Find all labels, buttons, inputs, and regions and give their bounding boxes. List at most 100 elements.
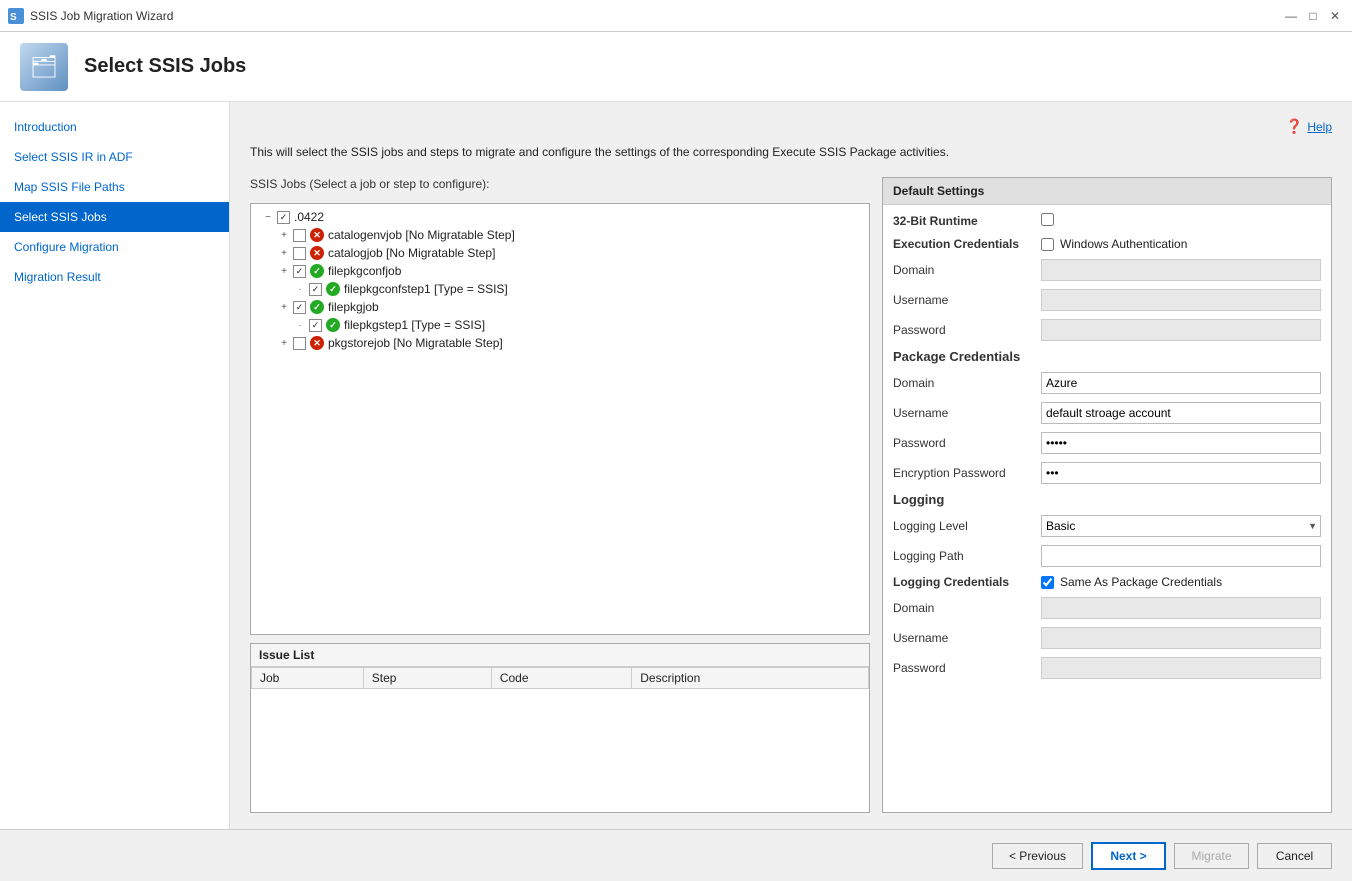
tree-root-label: .0422	[294, 210, 324, 224]
cb-filepkgjob[interactable]: ✓	[293, 301, 306, 314]
next-button[interactable]: Next >	[1091, 842, 1166, 870]
tree-label-catalogjob: catalogjob [No Migratable Step]	[328, 246, 495, 260]
label-same-as-pkg: Same As Package Credentials	[1060, 575, 1222, 589]
tree-item-filepkgstep1[interactable]: · ✓ ✓ filepkgstep1 [Type = SSIS]	[295, 316, 865, 334]
help-link[interactable]: Help	[1307, 120, 1332, 134]
status-icon-catalogenvjob: ✕	[310, 228, 324, 242]
tree-item-catalogjob[interactable]: + ✕ catalogjob [No Migratable Step]	[279, 244, 865, 262]
status-icon-pkgstorejob: ✕	[310, 336, 324, 350]
expand-icon-filepkgjob[interactable]: +	[279, 302, 289, 312]
issue-list-panel: Issue List Job Step Code Description	[250, 643, 870, 813]
label-enc-password: Encryption Password	[893, 466, 1033, 480]
label-logging: Logging	[893, 492, 1033, 507]
settings-header: Default Settings	[883, 178, 1331, 205]
app-icon: S	[8, 8, 24, 24]
status-icon-filepkgstep1: ✓	[326, 318, 340, 332]
input-pkg-username[interactable]	[1041, 402, 1321, 424]
sidebar-item-select-ssis-jobs[interactable]: Select SSIS Jobs	[0, 202, 229, 232]
cb-pkgstorejob[interactable]	[293, 337, 306, 350]
ctrl-log-password	[1041, 657, 1321, 679]
left-panel: SSIS Jobs (Select a job or step to confi…	[250, 177, 870, 813]
wizard-icon: 🗂	[20, 43, 68, 91]
cb-root[interactable]: ✓	[277, 211, 290, 224]
status-icon-catalogjob: ✕	[310, 246, 324, 260]
cb-filepkgconfstep1[interactable]: ✓	[309, 283, 322, 296]
sidebar-item-select-ssis-ir[interactable]: Select SSIS IR in ADF	[0, 142, 229, 172]
tree-item-catalogenvjob[interactable]: + ✕ catalogenvjob [No Migratable Step]	[279, 226, 865, 244]
row-pkg-domain: Domain	[893, 372, 1321, 394]
input-enc-password[interactable]	[1041, 462, 1321, 484]
input-log-username[interactable]	[1041, 627, 1321, 649]
tree-item-filepkgconfjob[interactable]: + ✓ ✓ filepkgconfjob	[279, 262, 865, 280]
jobs-tree-panel: − ✓ .0422 + ✕ catalogenvjob [No Migratab…	[250, 203, 870, 635]
input-pkg-password[interactable]	[1041, 432, 1321, 454]
row-pkg-cred-header: Package Credentials	[893, 349, 1321, 364]
row-log-password: Password	[893, 657, 1321, 679]
label-32bit: 32-Bit Runtime	[893, 214, 1033, 228]
label-logging-path: Logging Path	[893, 549, 1033, 563]
cb-same-as-pkg[interactable]	[1041, 576, 1054, 589]
row-password: Password	[893, 319, 1321, 341]
input-log-domain[interactable]	[1041, 597, 1321, 619]
tree-item-filepkgconfstep1[interactable]: · ✓ ✓ filepkgconfstep1 [Type = SSIS]	[295, 280, 865, 298]
label-log-username: Username	[893, 631, 1033, 645]
minimize-button[interactable]: —	[1282, 7, 1300, 25]
ctrl-pkg-username	[1041, 402, 1321, 424]
input-log-password[interactable]	[1041, 657, 1321, 679]
row-pkg-username: Username	[893, 402, 1321, 424]
tree-root[interactable]: − ✓ .0422	[263, 208, 865, 226]
help-icon: ❓	[1286, 118, 1303, 135]
cb-filepkgconfjob[interactable]: ✓	[293, 265, 306, 278]
window-controls: — □ ✕	[1282, 7, 1344, 25]
tree-label-catalogenvjob: catalogenvjob [No Migratable Step]	[328, 228, 515, 242]
input-pkg-domain[interactable]	[1041, 372, 1321, 394]
tree-item-filepkgjob[interactable]: + ✓ ✓ filepkgjob	[279, 298, 865, 316]
expand-icon-catalogenvjob[interactable]: +	[279, 230, 289, 240]
sidebar-item-map-ssis-paths[interactable]: Map SSIS File Paths	[0, 172, 229, 202]
label-exec-cred: Execution Credentials	[893, 237, 1033, 251]
titlebar-title: SSIS Job Migration Wizard	[30, 9, 1282, 23]
expand-icon-filepkgconfjob[interactable]: +	[279, 266, 289, 276]
tree-label-filepkgconfjob: filepkgconfjob	[328, 264, 401, 278]
issue-list-header: Issue List	[251, 644, 869, 667]
input-password[interactable]	[1041, 319, 1321, 341]
ctrl-log-username	[1041, 627, 1321, 649]
row-32bit: 32-Bit Runtime	[893, 213, 1321, 229]
tree-label-filepkgconfstep1: filepkgconfstep1 [Type = SSIS]	[344, 282, 508, 296]
close-button[interactable]: ✕	[1326, 7, 1344, 25]
ctrl-32bit	[1041, 213, 1321, 229]
tree-item-pkgstorejob[interactable]: + ✕ pkgstorejob [No Migratable Step]	[279, 334, 865, 352]
ctrl-logging-level: None Basic Performance Verbose	[1041, 515, 1321, 537]
col-step: Step	[363, 668, 491, 689]
cb-catalogenvjob[interactable]	[293, 229, 306, 242]
cb-catalogjob[interactable]	[293, 247, 306, 260]
expand-icon-filepkgconfstep1: ·	[295, 284, 305, 294]
row-exec-cred: Execution Credentials Windows Authentica…	[893, 237, 1321, 251]
row-enc-password: Encryption Password	[893, 462, 1321, 484]
ctrl-exec-cred: Windows Authentication	[1041, 237, 1321, 251]
maximize-button[interactable]: □	[1304, 7, 1322, 25]
ctrl-pkg-password	[1041, 432, 1321, 454]
page-header: 🗂 Select SSIS Jobs	[0, 32, 1352, 102]
right-panel: Default Settings 32-Bit Runtime Executio…	[882, 177, 1332, 813]
expand-icon-root[interactable]: −	[263, 212, 273, 222]
select-logging-level[interactable]: None Basic Performance Verbose	[1041, 515, 1321, 537]
input-username[interactable]	[1041, 289, 1321, 311]
previous-button[interactable]: < Previous	[992, 843, 1083, 869]
ctrl-log-same: Same As Package Credentials	[1041, 575, 1321, 589]
cb-windows-auth[interactable]	[1041, 238, 1054, 251]
sidebar-item-migration-result[interactable]: Migration Result	[0, 262, 229, 292]
expand-icon-catalogjob[interactable]: +	[279, 248, 289, 258]
row-logging-level: Logging Level None Basic Performance Ver…	[893, 515, 1321, 537]
cancel-button[interactable]: Cancel	[1257, 843, 1332, 869]
expand-icon-pkgstorejob[interactable]: +	[279, 338, 289, 348]
sidebar-item-configure-migration[interactable]: Configure Migration	[0, 232, 229, 262]
input-logging-path[interactable]	[1041, 545, 1321, 567]
input-domain[interactable]	[1041, 259, 1321, 281]
cb-32bit[interactable]	[1041, 213, 1054, 226]
col-code: Code	[491, 668, 631, 689]
row-pkg-password: Password	[893, 432, 1321, 454]
migrate-button[interactable]: Migrate	[1174, 843, 1249, 869]
cb-filepkgstep1[interactable]: ✓	[309, 319, 322, 332]
sidebar-item-introduction[interactable]: Introduction	[0, 112, 229, 142]
